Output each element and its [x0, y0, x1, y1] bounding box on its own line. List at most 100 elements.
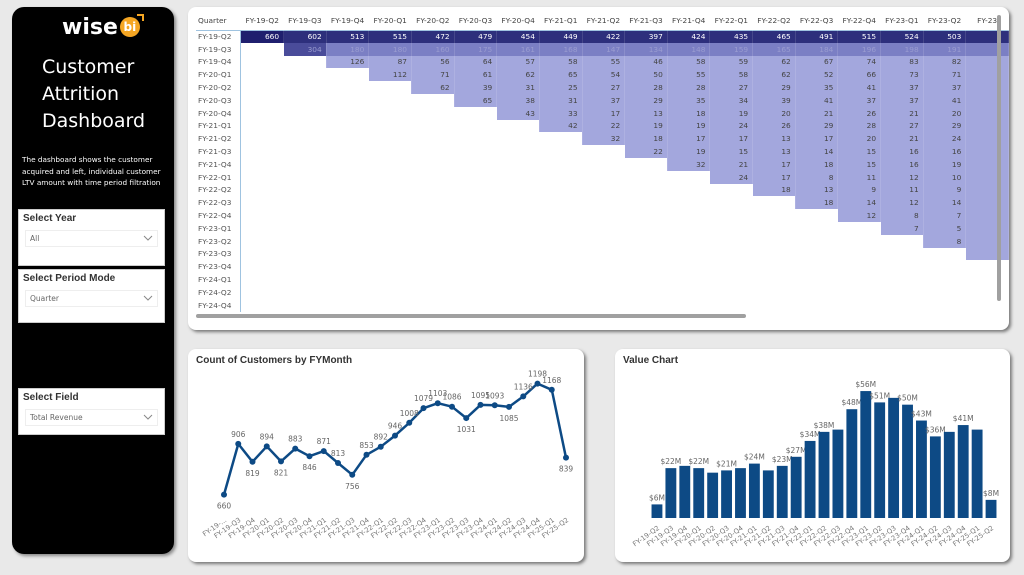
- matrix-column-header[interactable]: FY-20-Q3: [454, 12, 497, 30]
- data-label: $41M: [953, 414, 974, 423]
- matrix-cell: [752, 221, 796, 235]
- matrix-cell: 21: [795, 106, 839, 120]
- matrix-row-header[interactable]: FY-22-Q4: [196, 209, 242, 222]
- period-mode-dropdown[interactable]: Quarter: [25, 290, 158, 307]
- matrix-cell: 191: [923, 42, 967, 56]
- matrix-column-header[interactable]: FY-22-Q2: [753, 12, 796, 30]
- bar: [804, 440, 816, 518]
- matrix-corner-header[interactable]: Quarter: [196, 12, 241, 30]
- matrix-cell: 161: [496, 42, 540, 56]
- matrix-column-header[interactable]: FY-23-Q2: [923, 12, 966, 30]
- dropdown-value: Quarter: [30, 294, 59, 303]
- matrix-cell: 50: [624, 68, 668, 82]
- matrix-row-header[interactable]: FY-24-Q4: [196, 298, 242, 312]
- matrix-row-header[interactable]: FY-21-Q1: [196, 119, 242, 133]
- matrix-cell: 12: [837, 209, 882, 222]
- data-label: 1136: [514, 382, 533, 391]
- matrix-row: FY-21-Q3 22 19 15 13 14 15 16 16: [196, 145, 1009, 158]
- matrix-row-header[interactable]: FY-23-Q4: [196, 260, 242, 274]
- matrix-row-header[interactable]: FY-20-Q3: [196, 93, 242, 107]
- matrix-column-header[interactable]: FY-23-Q1: [881, 12, 924, 30]
- matrix-cell: [795, 209, 839, 222]
- horizontal-scrollbar[interactable]: [196, 314, 746, 318]
- matrix-cell: [539, 298, 583, 312]
- data-point: [221, 491, 227, 498]
- matrix-column-header[interactable]: FY-21-Q3: [625, 12, 668, 30]
- matrix-row-header[interactable]: FY-22-Q3: [196, 196, 242, 210]
- matrix-cell: 28: [837, 119, 882, 133]
- matrix-cell: [965, 234, 1009, 248]
- matrix-row-header[interactable]: FY-20-Q2: [196, 81, 242, 94]
- matrix-column-header[interactable]: FY-22-Q3: [795, 12, 838, 30]
- matrix-cell: [240, 234, 285, 248]
- matrix-cell: [240, 157, 285, 171]
- matrix-column-header[interactable]: FY-21-Q4: [667, 12, 710, 30]
- matrix-row: FY-24-Q1: [196, 273, 1009, 286]
- matrix-column-header[interactable]: FY-21-Q1: [539, 12, 582, 30]
- matrix-row-header[interactable]: FY-24-Q1: [196, 273, 242, 286]
- matrix-cell: [454, 106, 498, 120]
- matrix-cell: [283, 298, 327, 312]
- matrix-row-header[interactable]: FY-22-Q1: [196, 170, 242, 184]
- matrix-cell: [283, 260, 327, 274]
- matrix-cell: 17: [582, 106, 626, 120]
- matrix-column-header[interactable]: FY-22-Q1: [710, 12, 753, 30]
- matrix-row-header[interactable]: FY-23-Q1: [196, 221, 242, 235]
- matrix-row-header[interactable]: FY-23-Q2: [196, 234, 242, 248]
- matrix-cell: 515: [368, 29, 412, 43]
- matrix-row-header[interactable]: FY-20-Q1: [196, 68, 242, 82]
- matrix-cell: [624, 247, 668, 261]
- matrix-cell: [752, 234, 796, 248]
- matrix-cell: [368, 170, 412, 184]
- matrix-column-header[interactable]: FY-23: [966, 12, 1009, 30]
- bar: [943, 431, 955, 518]
- bar: [874, 402, 886, 518]
- field-dropdown[interactable]: Total Revenue: [25, 409, 158, 426]
- matrix-row-header[interactable]: FY-23-Q3: [196, 247, 242, 261]
- matrix-row: FY-22-Q3 18 14 12 14: [196, 196, 1009, 210]
- matrix-cell: [454, 170, 498, 184]
- data-label: 1031: [457, 425, 476, 434]
- matrix-cell: [368, 93, 412, 107]
- matrix-column-header[interactable]: FY-19-Q3: [284, 12, 327, 30]
- matrix-row-header[interactable]: FY-19-Q2: [196, 29, 242, 43]
- year-dropdown[interactable]: All: [25, 230, 158, 247]
- matrix-row-header[interactable]: FY-20-Q4: [196, 106, 242, 120]
- matrix-cell: [411, 221, 455, 235]
- data-label: 756: [345, 482, 360, 491]
- matrix-column-header[interactable]: FY-21-Q2: [582, 12, 625, 30]
- matrix-column-header[interactable]: FY-19-Q4: [326, 12, 369, 30]
- matrix-cell: [709, 273, 754, 286]
- matrix-row-header[interactable]: FY-19-Q4: [196, 55, 242, 69]
- matrix-row-header[interactable]: FY-19-Q3: [196, 42, 242, 56]
- matrix-cell: 19: [624, 119, 668, 133]
- matrix-cell: [496, 145, 540, 158]
- matrix-cell: [752, 285, 796, 299]
- matrix-row-header[interactable]: FY-21-Q4: [196, 157, 242, 171]
- matrix-column-header[interactable]: FY-20-Q1: [369, 12, 412, 30]
- matrix-row-header[interactable]: FY-22-Q2: [196, 183, 242, 197]
- matrix-cell: 64: [454, 55, 498, 69]
- data-label: 813: [331, 449, 346, 458]
- matrix-cell: [326, 298, 370, 312]
- matrix-cell: 87: [368, 55, 412, 69]
- matrix-cell: [965, 157, 1009, 171]
- matrix-cell: [923, 298, 967, 312]
- matrix-row-header[interactable]: FY-21-Q3: [196, 145, 242, 158]
- matrix-cell: [709, 196, 754, 210]
- matrix-cell: [454, 260, 498, 274]
- matrix-column-header[interactable]: FY-22-Q4: [838, 12, 881, 30]
- matrix-cell: [795, 234, 839, 248]
- matrix-cell: 11: [880, 183, 924, 197]
- matrix-cell: [795, 285, 839, 299]
- vertical-scrollbar[interactable]: [997, 15, 1001, 301]
- matrix-column-header[interactable]: FY-20-Q4: [497, 12, 540, 30]
- matrix-cell: [624, 298, 668, 312]
- matrix-row-header[interactable]: FY-21-Q2: [196, 132, 242, 146]
- matrix-cell: [965, 132, 1009, 146]
- matrix-cell: [752, 209, 796, 222]
- matrix-row-header[interactable]: FY-24-Q2: [196, 285, 242, 299]
- matrix-cell: [667, 209, 711, 222]
- matrix-column-header[interactable]: FY-19-Q2: [241, 12, 284, 30]
- matrix-column-header[interactable]: FY-20-Q2: [411, 12, 454, 30]
